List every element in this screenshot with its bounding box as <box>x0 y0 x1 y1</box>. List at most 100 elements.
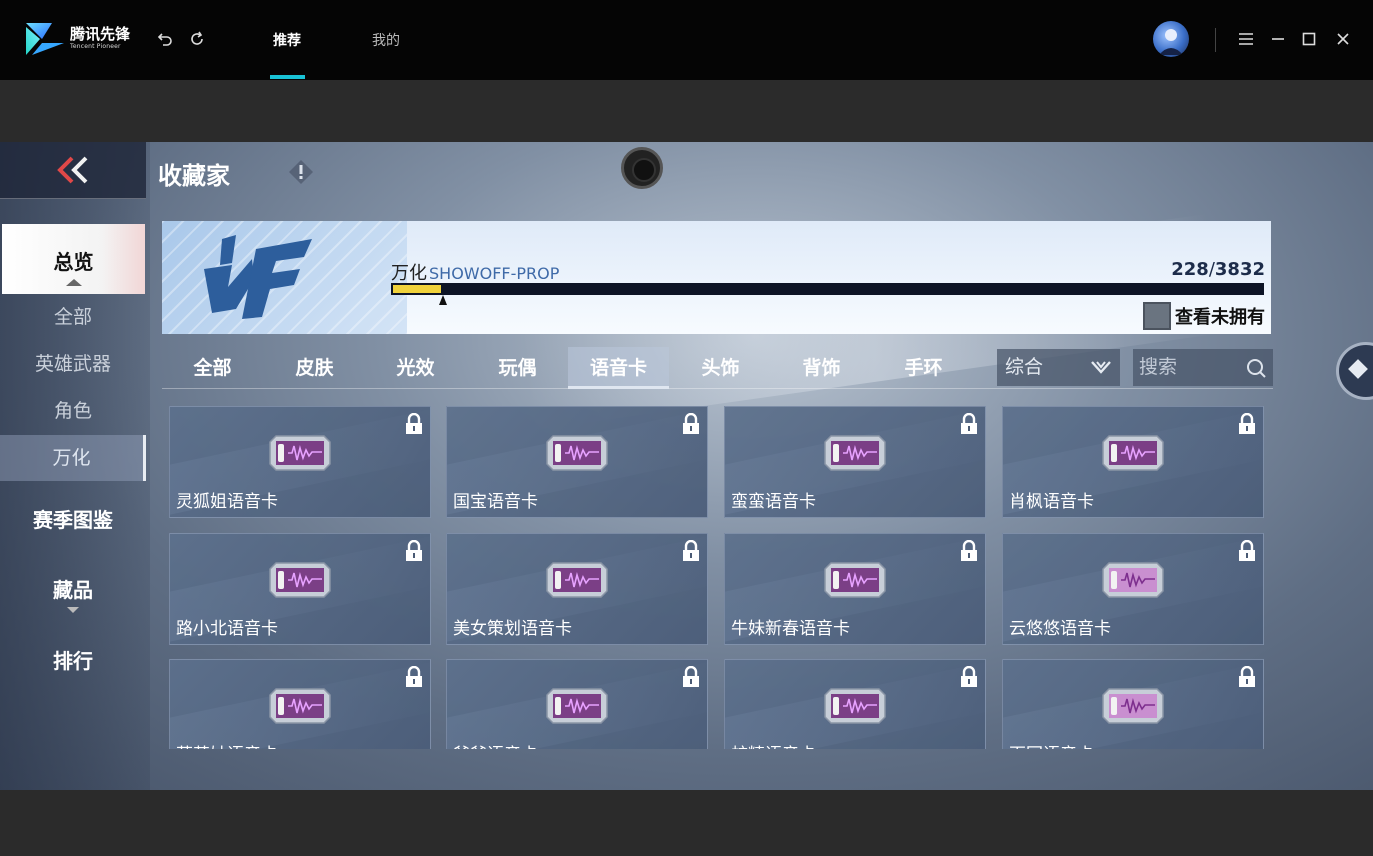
game-back-button[interactable] <box>0 142 146 199</box>
lock-icon <box>683 540 699 561</box>
maximize-button[interactable] <box>1300 30 1318 48</box>
voice-card-icon <box>1102 435 1164 471</box>
voice-card-icon <box>546 562 608 598</box>
minimize-button[interactable] <box>1269 30 1287 48</box>
nav-overview-label: 总览 <box>53 250 94 274</box>
view-unowned-toggle[interactable]: 查看未拥有 <box>1143 302 1265 330</box>
refresh-icon <box>191 31 203 45</box>
search-icon <box>1247 359 1266 378</box>
lock-icon <box>1239 413 1255 434</box>
camera-overlay <box>621 147 663 189</box>
crossfire-logo <box>204 235 312 319</box>
category-tab-backwear[interactable]: 背饰 <box>771 347 872 389</box>
tab-recommend[interactable]: 推荐 <box>273 30 301 50</box>
voice-card-item[interactable]: 云悠悠语音卡 <box>1002 533 1264 645</box>
category-tab-doll[interactable]: 玩偶 <box>467 347 568 389</box>
game-view: 收藏家 总览 全部 英雄武器 角色 万化 赛季图鉴 藏品 排行 万化 SHOWO… <box>0 142 1373 790</box>
collection-banner: 万化 SHOWOFF-PROP 228/3832 查看未拥有 <box>162 221 1271 334</box>
lock-icon <box>406 413 422 434</box>
voice-card-item[interactable]: 落英姑语音卡 <box>169 659 431 749</box>
voice-card-name: 爷爷语音卡 <box>453 740 538 749</box>
nav-sub-all[interactable]: 全部 <box>0 294 146 340</box>
voice-card-item[interactable]: 路小北语音卡 <box>169 533 431 645</box>
voice-card-item[interactable]: 百回语音卡 <box>1002 659 1264 749</box>
avatar-image <box>1159 29 1183 55</box>
sort-dropdown[interactable]: 综合 <box>997 349 1120 386</box>
tab-mine[interactable]: 我的 <box>372 30 400 50</box>
lock-icon <box>1239 666 1255 687</box>
lock-icon <box>683 413 699 434</box>
voice-card-icon <box>1102 688 1164 724</box>
search-input[interactable]: 搜索 <box>1133 349 1273 386</box>
caret-down-icon <box>67 607 79 613</box>
back-button[interactable] <box>156 30 174 48</box>
item-grid: 灵狐姐语音卡 国宝语音卡 蛮蛮语音卡 肖枫语音卡路小北语音卡 美女策划语音卡 牛妹新春语音… <box>169 406 1265 749</box>
lock-icon <box>406 540 422 561</box>
brand-subtitle: Tencent Pioneer <box>70 43 121 50</box>
active-tab-indicator <box>270 75 305 79</box>
brand: 腾讯先锋 Tencent Pioneer <box>70 27 130 50</box>
search-placeholder: 搜索 <box>1139 356 1178 378</box>
info-icon[interactable] <box>288 159 314 185</box>
voice-card-icon <box>824 562 886 598</box>
voice-card-item[interactable]: 美女策划语音卡 <box>446 533 708 645</box>
owned-count: 228 <box>1171 259 1209 280</box>
category-tab-light-effect[interactable]: 光效 <box>365 347 466 389</box>
nav-sub-characters[interactable]: 角色 <box>0 388 146 434</box>
sort-selected-value: 综合 <box>1005 356 1044 378</box>
category-tab-headwear[interactable]: 头饰 <box>670 347 771 389</box>
category-tab-skin[interactable]: 皮肤 <box>264 347 365 389</box>
close-button[interactable] <box>1334 30 1352 48</box>
collection-name: 万化 SHOWOFF-PROP <box>391 259 559 285</box>
collection-name-en: SHOWOFF-PROP <box>429 264 560 283</box>
caret-up-icon <box>65 279 82 286</box>
voice-card-item[interactable]: 蛇精语音卡 <box>724 659 986 749</box>
view-unowned-label: 查看未拥有 <box>1175 307 1265 328</box>
voice-card-name: 落英姑语音卡 <box>176 740 278 749</box>
category-tab-bracelet[interactable]: 手环 <box>873 347 974 389</box>
menu-button[interactable] <box>1237 30 1255 48</box>
progress-marker <box>439 295 447 305</box>
double-chevron-left-icon <box>57 156 88 184</box>
back-icon <box>157 33 172 46</box>
voice-card-icon <box>546 688 608 724</box>
avatar[interactable] <box>1153 21 1189 57</box>
side-drawer-button[interactable] <box>1336 342 1373 400</box>
category-tab-voice-card[interactable]: 语音卡 <box>568 347 669 389</box>
nav-season-atlas[interactable]: 赛季图鉴 <box>0 504 146 533</box>
nav-ranking[interactable]: 排行 <box>0 645 146 674</box>
view-unowned-checkbox[interactable] <box>1143 302 1171 330</box>
toolbar-divider <box>1215 28 1216 52</box>
voice-card-item[interactable]: 牛妹新春语音卡 <box>724 533 986 645</box>
collection-progress-fill <box>391 283 443 295</box>
letterbox-bottom <box>0 790 1373 856</box>
voice-card-name: 肖枫语音卡 <box>1009 492 1094 512</box>
category-tab-all[interactable]: 全部 <box>162 347 263 389</box>
voice-card-icon <box>269 562 331 598</box>
brand-name: 腾讯先锋 <box>70 25 131 43</box>
voice-card-icon <box>824 688 886 724</box>
voice-card-item[interactable]: 肖枫语音卡 <box>1002 406 1264 518</box>
voice-card-icon <box>269 435 331 471</box>
nav-collectibles[interactable]: 藏品 <box>0 574 146 613</box>
nav-collectibles-label: 藏品 <box>53 578 93 602</box>
lock-icon <box>683 666 699 687</box>
collection-name-cn: 万化 <box>391 263 427 284</box>
voice-card-item[interactable]: 爷爷语音卡 <box>446 659 708 749</box>
letterbox-top <box>0 80 1373 142</box>
voice-card-name: 路小北语音卡 <box>176 619 278 639</box>
menu-icon <box>1239 33 1253 45</box>
page-title: 收藏家 <box>158 162 230 190</box>
app-titlebar: 腾讯先锋 Tencent Pioneer 推荐 我的 <box>0 0 1373 80</box>
voice-card-item[interactable]: 蛮蛮语音卡 <box>724 406 986 518</box>
lock-icon <box>1239 540 1255 561</box>
refresh-button[interactable] <box>188 30 206 48</box>
voice-card-item[interactable]: 灵狐姐语音卡 <box>169 406 431 518</box>
voice-card-item[interactable]: 国宝语音卡 <box>446 406 708 518</box>
voice-card-name: 蛇精语音卡 <box>731 740 816 749</box>
nav-sub-hero-weapons[interactable]: 英雄武器 <box>0 341 146 387</box>
close-icon <box>1337 33 1349 45</box>
nav-overview[interactable]: 总览 <box>2 224 145 294</box>
minimize-icon <box>1272 38 1284 40</box>
nav-sub-showoff[interactable]: 万化 <box>0 435 146 481</box>
